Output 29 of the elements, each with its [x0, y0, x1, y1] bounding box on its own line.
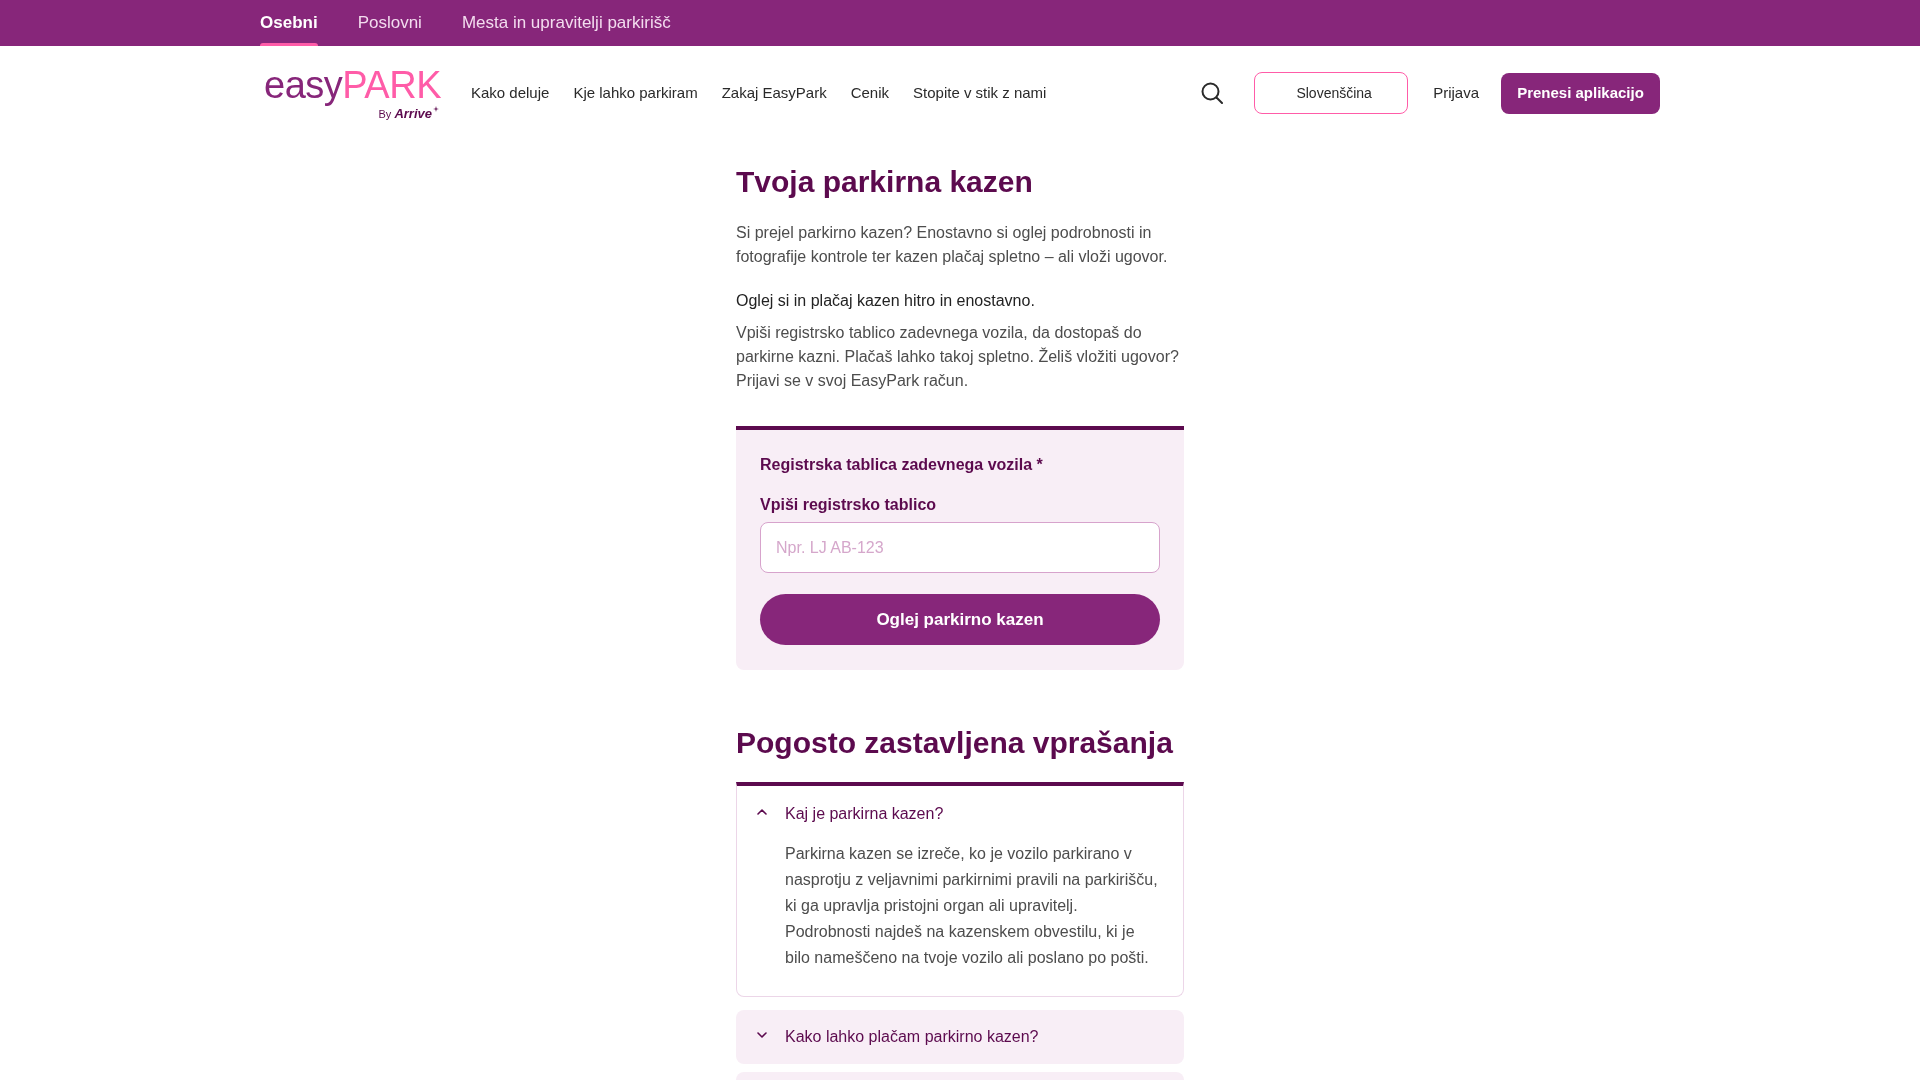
- nav-link[interactable]: Cenik: [850, 81, 890, 105]
- top-tab[interactable]: Osebni: [260, 0, 318, 46]
- nav-link[interactable]: Zakaj EasyPark: [721, 81, 827, 105]
- login-link[interactable]: Prijava: [1433, 81, 1479, 105]
- logo-byline: By Arrive: [378, 106, 432, 122]
- faq-question[interactable]: Kaj je parkirna kazen?: [737, 786, 944, 826]
- search-icon[interactable]: [1201, 82, 1224, 104]
- faq-question[interactable]: Kako lahko plačam parkirno kazen?: [736, 1010, 1039, 1064]
- language-selector[interactable]: Slovenščina: [1254, 72, 1409, 114]
- top-tab[interactable]: Poslovni: [357, 0, 422, 46]
- chevron-up-icon: [757, 808, 767, 815]
- sparkle-icon: [433, 106, 439, 112]
- nav-link[interactable]: Kje lahko parkiram: [573, 81, 698, 105]
- intro-text: Si prejel parkirno kazen? Enostavno si oglej podrobnosti in fotografije kontrole ter kazen plačaj spletno – ali vloži ugovor.: [736, 223, 1169, 267]
- top-tab[interactable]: Mesta in upravitelji parkirišč: [461, 0, 671, 46]
- faq-answer: Parkirna kazen se izreče, ko je vozilo parkirano v nasprotju z veljavnimi parkirnimi pravili na parkirišču, ki ga upravlja pristojni organ ali upravitelj. Podrobnosti najdeš na kazenskem obvestilu, ki je bilo nameščeno na tvoje vozilo ali poslano po pošti.: [784, 844, 1159, 968]
- field-label: Vpiši registrsko tablico: [760, 495, 938, 515]
- faq-title: Pogosto zastavljena vprašanja: [736, 725, 1174, 761]
- logo-wordmark[interactable]: easyPARK: [264, 64, 441, 106]
- form-label: Registrska tablica zadevnega vozila *: [760, 455, 1044, 475]
- instructions-text: Vpiši registrsko tablico zadevnega vozila, da dostopaš do parkirne kazni. Plačaš lahko takoj spletno. Želiš vložiti ugovor? Prijavi se v svoj EasyPark račun.: [736, 323, 1180, 391]
- license-plate-input[interactable]: Npr. LJ AB-123: [760, 522, 1160, 573]
- chevron-down-icon: [757, 1032, 767, 1038]
- page-title: Tvoja parkirna kazen: [736, 164, 1034, 200]
- download-app-button[interactable]: Prenesi aplikacijo: [1501, 72, 1660, 114]
- lead-text: Oglej si in plačaj kazen hitro in enostavno.: [736, 291, 1036, 311]
- view-ticket-button[interactable]: Oglej parkirno kazen: [760, 594, 1160, 645]
- nav-link[interactable]: Kako deluje: [471, 81, 550, 105]
- nav-link[interactable]: Stopite v stik z nami: [913, 81, 1047, 105]
